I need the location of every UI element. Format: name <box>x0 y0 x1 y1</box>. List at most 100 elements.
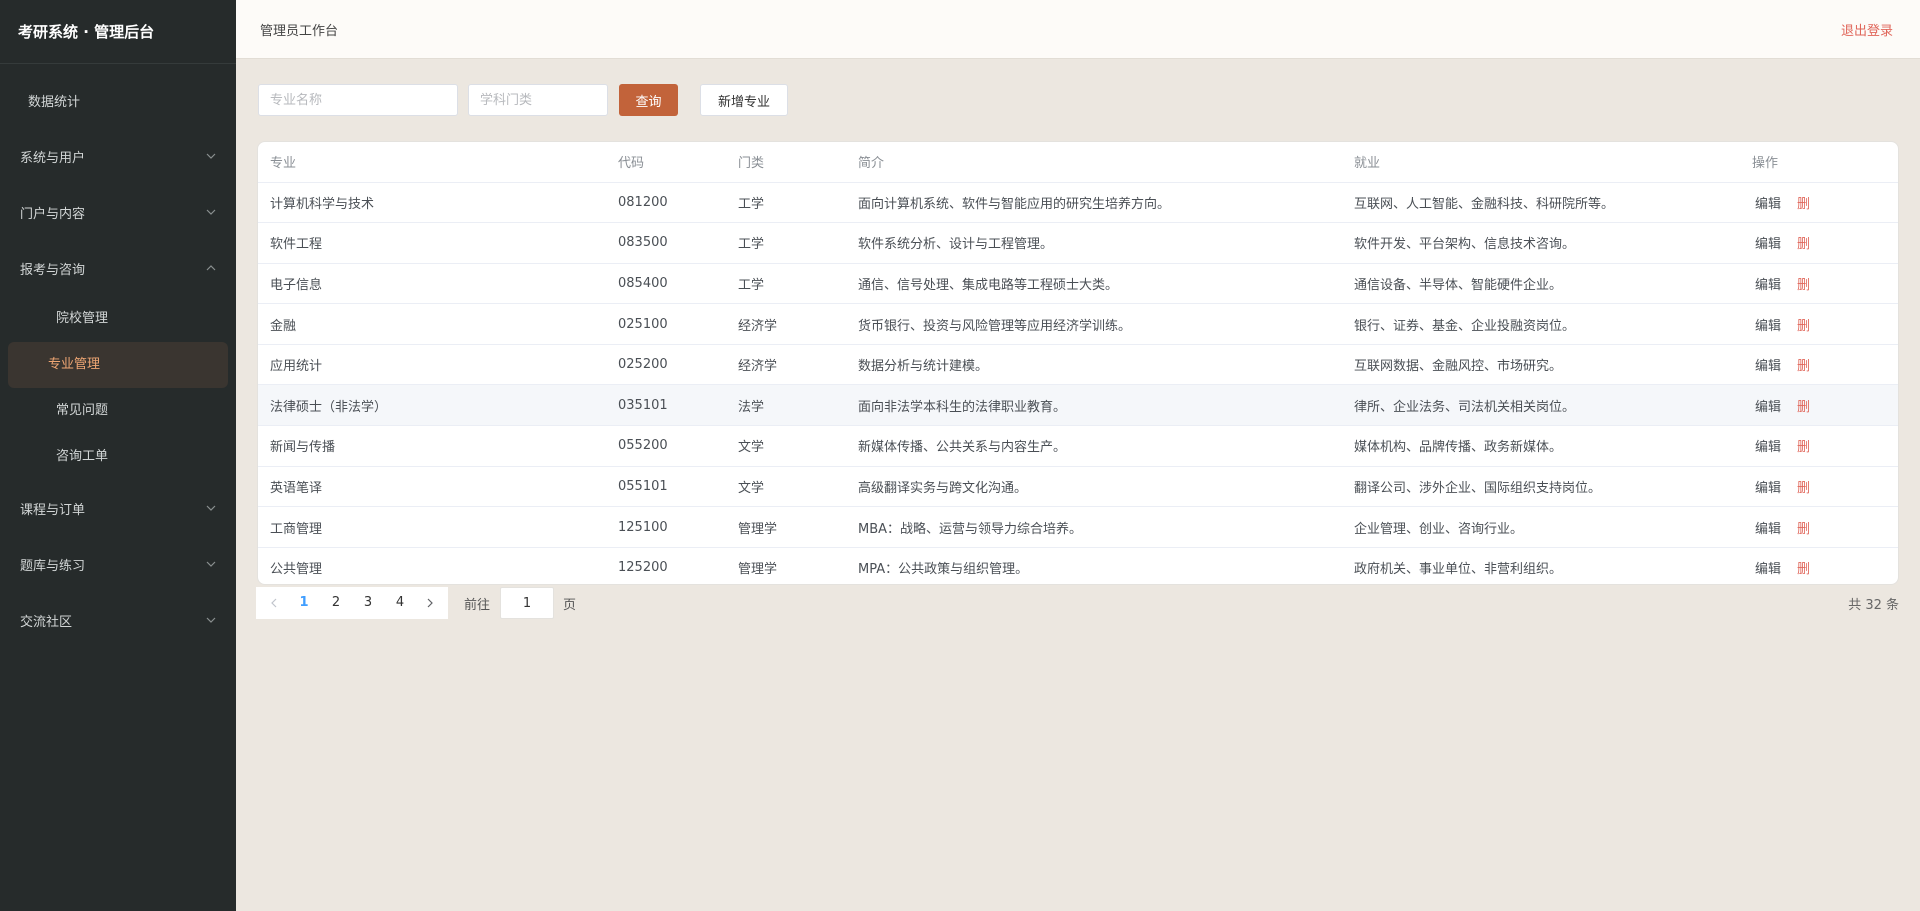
column-header-career[interactable]: 就业 <box>1342 142 1740 183</box>
cell-code: 125100 <box>606 506 726 548</box>
sidebar-group-question-bank[interactable]: 题库与练习 <box>0 536 236 592</box>
edit-link[interactable]: 编辑 <box>1755 359 1781 374</box>
cell-actions: 编辑 删 <box>1740 506 1898 548</box>
cell-career: 企业管理、创业、咨询行业。 <box>1342 506 1740 548</box>
sidebar-group-community[interactable]: 交流社区 <box>0 592 236 648</box>
sidebar-item-stats[interactable]: 数据统计 <box>0 72 236 128</box>
major-name-input[interactable] <box>258 84 458 116</box>
page-button-1[interactable]: 1 <box>288 587 320 619</box>
sidebar-item-schools[interactable]: 院校管理 <box>8 296 228 342</box>
cell-code: 085400 <box>606 263 726 305</box>
page-button-2[interactable]: 2 <box>320 587 352 619</box>
chevron-down-icon <box>206 207 216 217</box>
delete-link[interactable]: 删 <box>1797 562 1810 577</box>
edit-link[interactable]: 编辑 <box>1755 278 1781 293</box>
edit-link[interactable]: 编辑 <box>1755 440 1781 455</box>
prev-page-icon[interactable] <box>260 587 288 619</box>
table-row: 金融 025100 经济学 货币银行、投资与风险管理等应用经济学训练。 银行、证券、基金… <box>258 303 1898 345</box>
sidebar: 考研系统 · 管理后台 数据统计 系统与用户 门户与内容 报考与咨询 院校管理 … <box>0 0 236 911</box>
cell-career: 律所、企业法务、司法机关相关岗位。 <box>1342 384 1740 427</box>
table-row: 英语笔译 055101 文学 高级翻译实务与跨文化沟通。 翻译公司、涉外企业、国际组织支… <box>258 466 1898 508</box>
column-header-intro[interactable]: 简介 <box>846 142 1342 183</box>
sidebar-group-system-users[interactable]: 系统与用户 <box>0 128 236 184</box>
top-header: 管理员工作台 退出登录 <box>236 0 1920 59</box>
cell-actions: 编辑 删 <box>1740 182 1898 224</box>
cell-intro: 数据分析与统计建模。 <box>846 344 1342 386</box>
delete-link[interactable]: 删 <box>1797 481 1810 496</box>
brand-title: 考研系统 · 管理后台 <box>0 0 236 64</box>
column-header-category[interactable]: 门类 <box>726 142 846 183</box>
page-jumper: 前往 页 <box>464 587 576 619</box>
edit-link[interactable]: 编辑 <box>1755 319 1781 334</box>
cell-intro: 面向非法学本科生的法律职业教育。 <box>846 384 1342 427</box>
sidebar-group-application-consult[interactable]: 报考与咨询 <box>0 240 236 296</box>
cell-actions: 编辑 删 <box>1740 466 1898 508</box>
sidebar-group-courses-orders[interactable]: 课程与订单 <box>0 480 236 536</box>
delete-link[interactable]: 删 <box>1797 197 1810 212</box>
edit-link[interactable]: 编辑 <box>1755 481 1781 496</box>
cell-major: 软件工程 <box>258 222 606 264</box>
cell-intro: MPA：公共政策与组织管理。 <box>858 562 1029 578</box>
cell-intro: MBA：战略、运营与领导力综合培养。 <box>846 506 1342 548</box>
goto-prefix: 前往 <box>464 597 491 613</box>
delete-link[interactable]: 删 <box>1797 237 1810 252</box>
sidebar-menu: 数据统计 系统与用户 门户与内容 报考与咨询 院校管理 专业管理 常见问题 咨询… <box>0 64 236 648</box>
sidebar-group-portal-content[interactable]: 门户与内容 <box>0 184 236 240</box>
column-header-code[interactable]: 代码 <box>606 142 726 183</box>
delete-link[interactable]: 删 <box>1797 278 1810 293</box>
cell-career: 通信设备、半导体、智能硬件企业。 <box>1342 263 1740 305</box>
delete-link[interactable]: 删 <box>1797 319 1810 334</box>
cell-major: 新闻与传播 <box>258 425 606 467</box>
filter-bar: 查询 新增专业 <box>258 84 788 116</box>
cell-career: 软件开发、平台架构、信息技术咨询。 <box>1342 222 1740 264</box>
edit-link[interactable]: 编辑 <box>1755 400 1781 415</box>
cell-category: 经济学 <box>726 344 846 386</box>
cell-intro: 高级翻译实务与跨文化沟通。 <box>846 466 1342 508</box>
cell-actions: 编辑 删 <box>1740 425 1898 467</box>
delete-link[interactable]: 删 <box>1797 522 1810 537</box>
table-header-row: 专业 代码 门类 简介 就业 操作 <box>258 142 1898 183</box>
logout-link[interactable]: 退出登录 <box>1841 20 1893 39</box>
cell-career: 政府机关、事业单位、非营利组织。 <box>1354 562 1563 578</box>
delete-link[interactable]: 删 <box>1797 400 1810 415</box>
column-header-major[interactable]: 专业 <box>258 142 606 183</box>
cell-code: 025100 <box>606 303 726 345</box>
edit-link[interactable]: 编辑 <box>1755 197 1781 212</box>
edit-link[interactable]: 编辑 <box>1755 237 1781 252</box>
majors-table-card: 专业 代码 门类 简介 就业 操作 计算机科学与技术 081200 工学 面向计算机系… <box>257 141 1899 585</box>
delete-link[interactable]: 删 <box>1797 359 1810 374</box>
add-major-button[interactable]: 新增专业 <box>700 84 788 116</box>
cell-actions: 编辑 删 <box>1740 303 1898 345</box>
next-page-icon[interactable] <box>416 587 444 619</box>
sidebar-group-label: 门户与内容 <box>20 206 86 222</box>
cell-code: 035101 <box>606 384 726 427</box>
query-button[interactable]: 查询 <box>619 84 678 116</box>
sidebar-item-faq[interactable]: 常见问题 <box>8 388 228 434</box>
edit-link[interactable]: 编辑 <box>1755 562 1781 577</box>
table-row: 新闻与传播 055200 文学 新媒体传播、公共关系与内容生产。 媒体机构、品牌传播、政… <box>258 425 1898 467</box>
goto-page-input[interactable] <box>500 587 555 619</box>
goto-suffix: 页 <box>563 597 577 613</box>
edit-link[interactable]: 编辑 <box>1755 522 1781 537</box>
sidebar-item-majors[interactable]: 专业管理 <box>8 342 228 388</box>
submenu-application-consult: 院校管理 专业管理 常见问题 咨询工单 <box>0 296 236 480</box>
page-title: 管理员工作台 <box>260 23 339 39</box>
cell-code: 055101 <box>606 466 726 508</box>
table-row: 公共管理 125200 管理学 MPA：公共政策与组织管理。 政府机关、事业单位、非营利… <box>258 547 1898 584</box>
cell-code: 083500 <box>606 222 726 264</box>
cell-career: 翻译公司、涉外企业、国际组织支持岗位。 <box>1342 466 1740 508</box>
cell-major: 计算机科学与技术 <box>258 182 606 224</box>
table-row: 应用统计 025200 经济学 数据分析与统计建模。 互联网数据、金融风控、市场研究。编… <box>258 344 1898 386</box>
cell-career: 互联网数据、金融风控、市场研究。 <box>1342 344 1740 386</box>
cell-category: 工学 <box>726 182 846 224</box>
delete-link[interactable]: 删 <box>1797 440 1810 455</box>
sidebar-item-tickets[interactable]: 咨询工单 <box>8 434 228 480</box>
cell-intro: 面向计算机系统、软件与智能应用的研究生培养方向。 <box>846 182 1342 224</box>
page-button-4[interactable]: 4 <box>384 587 416 619</box>
category-input[interactable] <box>468 84 608 116</box>
cell-actions: 编辑 删 <box>1740 263 1898 305</box>
cell-actions: 编辑 删 <box>1740 384 1898 427</box>
page-button-3[interactable]: 3 <box>352 587 384 619</box>
cell-career: 媒体机构、品牌传播、政务新媒体。 <box>1342 425 1740 467</box>
cell-actions: 编辑 删 <box>1740 344 1898 386</box>
